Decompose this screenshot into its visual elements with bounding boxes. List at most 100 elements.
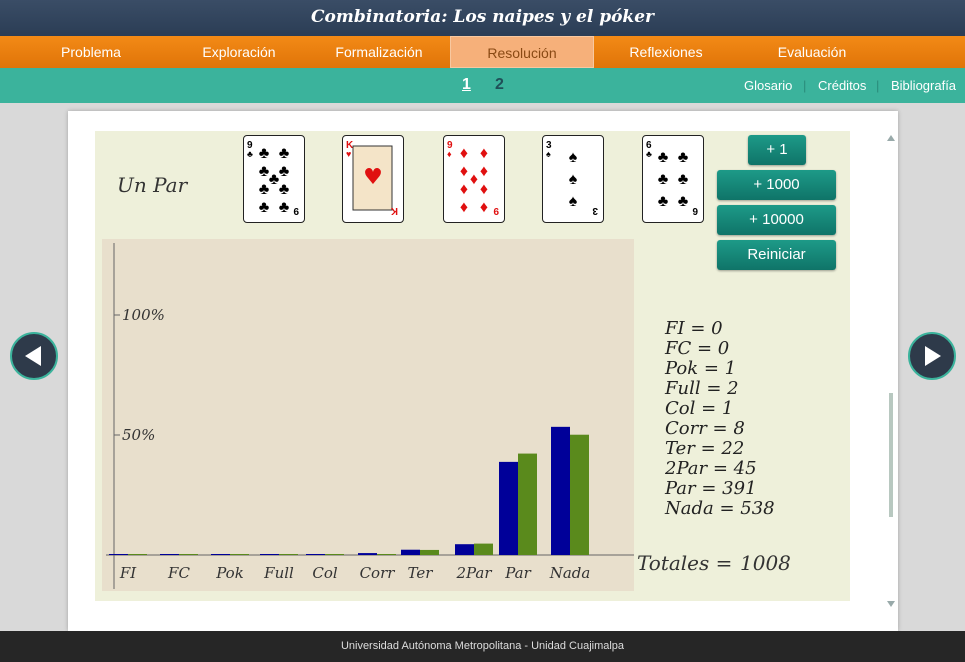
- equals-sign: =: [691, 338, 718, 359]
- stat-value: 0: [711, 318, 723, 339]
- x-tick-label: Par: [504, 564, 531, 582]
- scrollbar[interactable]: [886, 133, 896, 611]
- bibliografia-link[interactable]: Bibliografía: [891, 78, 956, 93]
- equals-sign: =: [695, 478, 723, 499]
- stat-label: Pok: [665, 358, 699, 379]
- glosario-link[interactable]: Glosario: [744, 78, 792, 93]
- svg-text:9: 9: [493, 205, 499, 216]
- svg-text:K: K: [390, 205, 398, 216]
- page-link-1[interactable]: 1: [462, 76, 471, 94]
- nav-tab-problema[interactable]: Problema: [12, 36, 170, 68]
- equals-sign: =: [695, 398, 722, 419]
- totals-label: Totales =: [637, 551, 733, 575]
- equals-sign: =: [706, 418, 734, 439]
- bar-2par-series-2: [474, 543, 493, 555]
- stat-value: 0: [717, 338, 730, 359]
- nav-tab-resolucion[interactable]: Resolución: [450, 36, 594, 68]
- footer: Universidad Autónoma Metropolitana - Uni…: [0, 631, 965, 662]
- stat-row: FC = 0: [665, 339, 845, 359]
- svg-text:♣: ♣: [259, 199, 270, 216]
- equals-sign: =: [694, 438, 722, 459]
- playing-card: K ♥ ♥ K: [342, 135, 404, 223]
- simulation-panel: Un Par 9 ♣ ♣ ♣ ♣ ♣ ♣ ♣ ♣ ♣ ♣ 9 K ♥ ♥ K 9 ♦ ♦ ♦ ♦ ♦ ♦…: [95, 131, 850, 601]
- page-link-2[interactable]: 2: [495, 76, 504, 94]
- svg-text:♦: ♦: [460, 181, 468, 198]
- add-one-button[interactable]: + 1: [748, 135, 806, 165]
- stat-label: FI: [665, 318, 685, 339]
- svg-text:♣: ♣: [658, 149, 669, 166]
- add-1000-button[interactable]: + 1000: [717, 170, 836, 200]
- stat-value: 22: [721, 438, 745, 459]
- svg-text:♦: ♦: [460, 163, 468, 180]
- svg-text:♥: ♥: [363, 165, 383, 190]
- equals-sign: =: [698, 358, 725, 379]
- svg-text:3: 3: [592, 205, 598, 216]
- stat-label: Nada: [665, 498, 714, 519]
- x-tick-label: Full: [263, 564, 294, 582]
- bar-par-series-2: [518, 453, 537, 555]
- stat-row: Par = 391: [665, 479, 845, 499]
- svg-text:♣: ♣: [678, 193, 689, 210]
- svg-text:♣: ♣: [678, 149, 689, 166]
- nav-tab-reflexiones[interactable]: Reflexiones: [594, 36, 738, 68]
- stat-row: FI = 0: [665, 319, 845, 339]
- stat-label: Col: [665, 398, 696, 419]
- next-page-button[interactable]: [908, 332, 956, 380]
- x-tick-label: Col: [312, 564, 338, 582]
- playing-card: 9 ♦ ♦ ♦ ♦ ♦ ♦ ♦ ♦ ♦ ♦ 9: [443, 135, 505, 223]
- svg-text:6: 6: [692, 205, 698, 216]
- svg-text:♦: ♦: [480, 145, 488, 162]
- svg-text:♠: ♠: [569, 171, 578, 188]
- svg-text:♣: ♣: [678, 171, 689, 188]
- scroll-thumb[interactable]: [889, 393, 893, 517]
- nav-tab-evaluacion[interactable]: Evaluación: [738, 36, 886, 68]
- bar-full-series-1: [260, 554, 279, 555]
- svg-text:♣: ♣: [259, 145, 270, 162]
- nav-tab-exploracion[interactable]: Exploración: [170, 36, 308, 68]
- stat-row: 2Par = 45: [665, 459, 845, 479]
- playing-card: 3 ♠ ♠ ♠ ♠ 3: [542, 135, 604, 223]
- stat-value: 1: [724, 358, 737, 379]
- stat-value: 538: [740, 498, 775, 519]
- bar-fc-series-2: [179, 554, 198, 555]
- svg-text:♦: ♦: [480, 199, 488, 216]
- bar-pok-series-1: [211, 554, 230, 555]
- stat-row: Ter = 22: [665, 439, 845, 459]
- arrow-right-icon: [925, 346, 941, 366]
- stat-value: 391: [722, 478, 757, 499]
- stat-row: Col = 1: [665, 399, 845, 419]
- bar-fi-series-2: [128, 554, 147, 555]
- separator: |: [803, 78, 807, 93]
- main-nav: Problema Exploración Formalización Resoluci…: [0, 36, 965, 68]
- svg-text:♠: ♠: [569, 149, 578, 166]
- reset-button[interactable]: Reiniciar: [717, 240, 836, 270]
- svg-text:♦: ♦: [460, 145, 468, 162]
- totals-value: 1008: [740, 551, 791, 575]
- content-frame: Un Par 9 ♣ ♣ ♣ ♣ ♣ ♣ ♣ ♣ ♣ ♣ 9 K ♥ ♥ K 9 ♦ ♦ ♦ ♦ ♦ ♦…: [68, 111, 898, 631]
- svg-text:♦: ♦: [480, 181, 488, 198]
- svg-text:♠: ♠: [569, 193, 578, 210]
- svg-text:♣: ♣: [247, 149, 253, 159]
- equals-sign: =: [684, 318, 712, 339]
- svg-text:♣: ♣: [646, 149, 652, 159]
- x-tick-label: 2Par: [455, 564, 492, 582]
- add-10000-button[interactable]: + 10000: [717, 205, 836, 235]
- stat-value: 45: [733, 458, 757, 479]
- stat-row: Pok = 1: [665, 359, 845, 379]
- bar-ter-series-2: [420, 549, 439, 555]
- bar-full-series-2: [279, 554, 298, 555]
- bar-fi-series-1: [109, 554, 128, 555]
- stat-label: Full: [665, 378, 701, 399]
- svg-text:♥: ♥: [346, 149, 351, 159]
- stat-label: FC: [665, 338, 692, 359]
- nav-tab-formalizacion[interactable]: Formalización: [308, 36, 450, 68]
- svg-text:♣: ♣: [259, 181, 270, 198]
- creditos-link[interactable]: Créditos: [818, 78, 866, 93]
- x-tick-label: Ter: [408, 564, 434, 582]
- svg-text:♦: ♦: [470, 171, 478, 188]
- svg-text:♣: ♣: [658, 193, 669, 210]
- x-tick-label: FC: [167, 564, 190, 582]
- svg-text:♣: ♣: [279, 145, 290, 162]
- svg-text:♣: ♣: [279, 199, 290, 216]
- prev-page-button[interactable]: [10, 332, 58, 380]
